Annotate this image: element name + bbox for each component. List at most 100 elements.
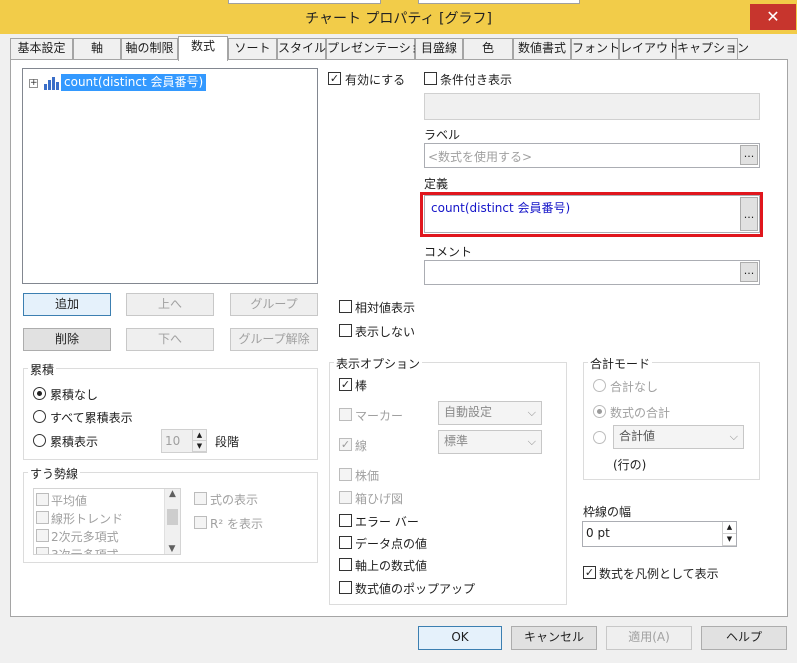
trend-average-label: 平均値 [51,494,88,508]
show-r2-label: R² を表示 [210,517,263,531]
error-bars-checkbox[interactable] [339,514,352,527]
background-window-edge [418,0,580,4]
conditional-checkbox[interactable] [424,72,437,85]
expression-item[interactable]: count(distinct 会員番号) [61,74,207,91]
down-arrow-icon[interactable]: ▼ [193,441,206,452]
scroll-down-icon[interactable]: ▼ [165,544,179,554]
tab-number[interactable]: 数値書式 [513,38,571,59]
invisible-checkbox[interactable] [339,324,352,337]
tab-dimension-limits[interactable]: 軸の制限 [121,38,178,59]
values-on-axis-checkbox[interactable] [339,558,352,571]
expression-list[interactable]: + count(distinct 会員番号) [22,68,318,284]
line-label: 線 [355,439,368,453]
show-equation-checkbox[interactable] [194,492,207,505]
line-select[interactable]: 標準 ⌵ [438,430,542,454]
line-checkbox[interactable]: ✓ [339,438,352,451]
enable-label: 有効にする [345,73,406,87]
total-value-radio[interactable] [593,431,606,444]
total-sum-label: 数式の合計 [610,406,671,420]
values-on-axis-label: 軸上の数式値 [355,559,428,573]
trend-linear-label: 線形トレンド [51,512,124,526]
steps-spinner[interactable]: ▲ ▼ [192,430,206,452]
expand-icon[interactable]: + [29,79,38,88]
conditional-label: 条件付き表示 [440,73,513,87]
tab-colors[interactable]: 色 [463,38,513,59]
bar-chart-icon [44,77,59,90]
close-button[interactable]: ✕ [750,4,796,30]
show-r2-checkbox[interactable] [194,516,207,529]
steps-stepper[interactable]: 10 ▲ ▼ [161,429,207,453]
trend-average-checkbox[interactable] [36,493,49,506]
show-in-legend-checkbox[interactable]: ✓ [583,566,596,579]
accumulation-steps-radio[interactable] [33,434,46,447]
marker-select-value: 自動設定 [444,405,493,419]
tab-bar: 基本設定 軸 軸の制限 数式 ソート スタイル プレゼンテーション 目盛線 色 … [10,36,788,61]
group-button[interactable]: グループ [230,293,318,316]
marker-checkbox[interactable] [339,408,352,421]
invisible-label: 表示しない [355,325,416,339]
trend-poly2-label: 2次元多項式 [51,530,119,544]
total-none-radio[interactable] [593,379,606,392]
bar-checkbox[interactable]: ✓ [339,378,352,391]
definition-value: count(distinct 会員番号) [431,201,571,215]
line-width-spinner[interactable]: ▲ ▼ [722,522,736,546]
scroll-up-icon[interactable]: ▲ [165,489,180,499]
ok-button[interactable]: OK [418,626,502,650]
close-icon: ✕ [766,7,780,26]
values-on-data-checkbox[interactable] [339,536,352,549]
accumulation-full-radio[interactable] [33,410,46,423]
line-width-stepper[interactable]: 0 pt ▲ ▼ [582,521,737,547]
tab-sort[interactable]: ソート [228,38,277,59]
up-button[interactable]: 上へ [126,293,214,316]
tab-expressions[interactable]: 数式 [178,36,228,61]
popup-checkbox[interactable] [339,581,352,594]
apply-button[interactable]: 適用(A) [606,626,692,650]
tab-layout[interactable]: レイアウト [619,38,680,59]
scroll-thumb[interactable] [167,509,178,525]
background-window-edge [228,0,381,4]
bar-label: 棒 [355,379,368,393]
down-button[interactable]: 下へ [126,328,214,351]
box-plot-checkbox[interactable] [339,491,352,504]
total-mode-title: 合計モード [588,355,653,372]
trend-poly3-checkbox[interactable] [36,547,49,554]
add-button[interactable]: 追加 [23,293,111,316]
definition-edit-button[interactable]: ... [740,197,758,231]
up-arrow-icon[interactable]: ▲ [723,522,736,534]
total-rows-label: (行の) [613,458,647,472]
trendlines-list[interactable]: 平均値 線形トレンド 2次元多項式 3次元多項式 ▲ ▼ [33,488,181,555]
tab-axes[interactable]: 目盛線 [415,38,463,59]
trend-linear-checkbox[interactable] [36,511,49,524]
tab-style[interactable]: スタイル [277,38,326,59]
comment-field[interactable]: ... [424,260,760,285]
trendlines-title: すう勢線 [28,465,81,482]
comment-edit-button[interactable]: ... [740,262,758,282]
down-arrow-icon[interactable]: ▼ [723,534,736,546]
tab-caption[interactable]: キャプション [676,38,749,59]
help-button[interactable]: ヘルプ [701,626,787,650]
stock-label: 株価 [355,469,380,483]
total-value-select[interactable]: 合計値 ⌵ [613,425,744,449]
stock-checkbox[interactable] [339,468,352,481]
label-edit-button[interactable]: ... [740,145,758,165]
window-title: チャート プロパティ [グラフ] [305,11,492,27]
tab-font[interactable]: フォント [571,38,620,59]
relative-checkbox[interactable] [339,300,352,313]
marker-select[interactable]: 自動設定 ⌵ [438,401,542,425]
trend-poly2-checkbox[interactable] [36,529,49,542]
total-sum-radio[interactable] [593,405,606,418]
tab-general[interactable]: 基本設定 [10,38,73,59]
box-plot-label: 箱ひげ図 [355,492,404,506]
delete-button[interactable]: 削除 [23,328,111,351]
label-field[interactable]: <数式を使用する> ... [424,143,760,168]
definition-field[interactable]: count(distinct 会員番号) ... [424,195,760,233]
trendlines-scrollbar[interactable]: ▲ ▼ [164,489,180,554]
title-bar[interactable]: チャート プロパティ [グラフ] ✕ [0,0,797,34]
ungroup-button[interactable]: グループ解除 [230,328,318,351]
accumulation-none-radio[interactable] [33,387,46,400]
enable-checkbox[interactable]: ✓ [328,72,341,85]
cancel-button[interactable]: キャンセル [511,626,597,650]
up-arrow-icon[interactable]: ▲ [193,430,206,441]
tab-dimensions[interactable]: 軸 [73,38,121,59]
tab-presentation[interactable]: プレゼンテーション [326,38,435,59]
